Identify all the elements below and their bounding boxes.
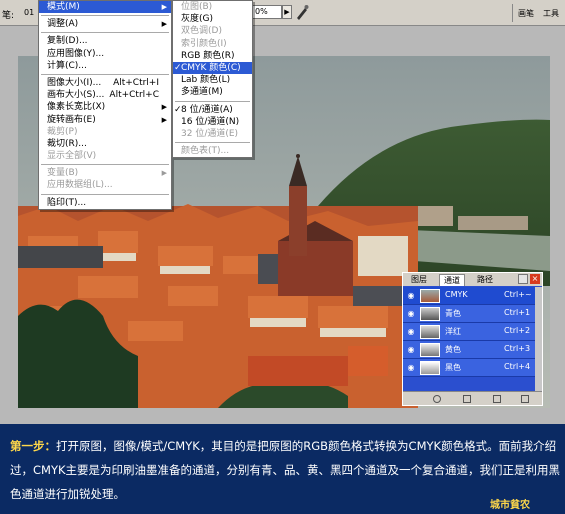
channel-row-cyan[interactable]: ◉ 青色 Ctrl+1 (403, 305, 542, 323)
menu-item-calculations[interactable]: 计算(C)... (39, 60, 171, 72)
tutorial-caption: 第一步：打开原图，图像/模式/CMYK，其目的是把原图的RGB颜色格式转换为CM… (10, 434, 562, 506)
menu-item-apply-image[interactable]: 应用图像(Y)... (39, 48, 171, 60)
channel-name: 黑色 (445, 363, 461, 372)
channel-shortcut: Ctrl+1 (504, 308, 531, 317)
airbrush-icon[interactable] (294, 3, 310, 21)
palette-well-tabs: 画笔 工具 (512, 4, 565, 22)
channel-name: 洋红 (445, 327, 461, 336)
menu-separator (175, 142, 250, 144)
mode-16-bit[interactable]: 16 位/通道(N) (173, 116, 252, 128)
channel-name: 青色 (445, 309, 461, 318)
mode-cmyk-color[interactable]: ✓ CMYK 颜色(C) (173, 61, 252, 75)
mode-lab-color[interactable]: Lab 颜色(L) (173, 74, 252, 86)
close-icon[interactable]: × (530, 274, 540, 284)
menu-item-reveal-all: 显示全部(V) (47, 151, 97, 162)
panel-tabs: 图层 通道 路径 × (403, 273, 542, 286)
channel-name: 黄色 (445, 345, 461, 354)
panel-footer (403, 391, 542, 405)
menu-separator (41, 73, 169, 75)
eye-icon[interactable]: ◉ (406, 345, 416, 355)
mode-indexed-color: 索引颜色(I) (181, 38, 227, 49)
channel-row-black[interactable]: ◉ 黑色 Ctrl+4 (403, 359, 542, 377)
channel-thumbnail (420, 289, 440, 303)
channel-row-yellow[interactable]: ◉ 黄色 Ctrl+3 (403, 341, 542, 359)
menu-item-image-size[interactable]: 图像大小(I)... Alt+Ctrl+I (39, 77, 171, 89)
mode-8-bit[interactable]: ✓ 8 位/通道(A) (173, 104, 252, 116)
channel-row-magenta[interactable]: ◉ 洋红 Ctrl+2 (403, 323, 542, 341)
tab-tool-presets[interactable]: 工具 (543, 8, 559, 19)
menu-separator (41, 193, 169, 195)
mode-rgb-color[interactable]: RGB 颜色(R) (173, 50, 252, 62)
eye-icon[interactable]: ◉ (406, 309, 416, 319)
channel-thumbnail (420, 343, 440, 357)
menu-separator (41, 32, 169, 34)
trash-icon[interactable] (521, 395, 529, 403)
menu-item-canvas-size[interactable]: 画布大小(S)... Alt+Ctrl+C (39, 89, 171, 101)
menu-item-trim[interactable]: 裁切(R)... (39, 138, 171, 150)
channel-row-cmyk[interactable]: ◉ CMYK Ctrl+~ (403, 287, 542, 305)
menu-separator (41, 164, 169, 166)
save-selection-icon[interactable] (463, 395, 471, 403)
toolbar-left-label: 笔: (2, 11, 15, 21)
channel-name: CMYK (445, 290, 468, 299)
image-menu: 模式(M) ▶ 调整(A) ▶ 复制(D)... 应用图像(Y)... 计算(C).… (38, 0, 172, 210)
tab-layers[interactable]: 图层 (407, 274, 431, 286)
mode-color-table: 颜色表(T)... (181, 146, 230, 157)
author-signature: 城市貧农 (490, 500, 530, 511)
menu-item-apply-data-set: 应用数据组(L)... (47, 180, 113, 191)
zoom-dropdown-arrow[interactable]: ▶ (282, 5, 292, 19)
new-channel-icon[interactable] (493, 395, 501, 403)
toolbar-left-number: 01 (24, 8, 35, 17)
mode-submenu: 位图(B) 灰度(G) 双色调(D) 索引颜色(I) RGB 颜色(R) ✓ CM… (172, 0, 253, 159)
mode-grayscale[interactable]: 灰度(G) (173, 13, 252, 25)
channel-thumbnail (420, 361, 440, 375)
menu-separator (41, 15, 169, 17)
menu-item-trap[interactable]: 陷印(T)... (39, 197, 171, 209)
channel-list: ◉ CMYK Ctrl+~ ◉ 青色 Ctrl+1 ◉ 洋红 Ctrl+2 ◉ … (403, 287, 542, 377)
mode-duotone: 双色调(D) (181, 26, 222, 37)
tab-channels[interactable]: 通道 (439, 274, 465, 286)
menu-item-adjustments[interactable]: 调整(A) ▶ (39, 18, 171, 30)
channels-panel: 图层 通道 路径 × ◉ CMYK Ctrl+~ ◉ 青色 Ctrl+1 ◉ 洋… (402, 272, 543, 406)
menu-item-pixel-aspect-ratio[interactable]: 像素长宽比(X) ▶ (39, 101, 171, 113)
step-label: 第一步： (10, 439, 56, 453)
channel-thumbnail (420, 325, 440, 339)
checkmark-icon: ✓ (174, 62, 182, 73)
menu-item-mode[interactable]: 模式(M) ▶ (39, 1, 171, 14)
panel-scrollbar[interactable] (535, 287, 542, 391)
menu-item-variables: 变量(B) ▶ (47, 168, 167, 179)
eye-icon[interactable]: ◉ (406, 363, 416, 373)
mode-32-bit: 32 位/通道(E) (181, 128, 239, 139)
step-text: 打开原图，图像/模式/CMYK，其目的是把原图的RGB颜色格式转换为CMYK颜色… (10, 439, 561, 501)
menu-item-duplicate[interactable]: 复制(D)... (39, 35, 171, 47)
mode-multichannel[interactable]: 多通道(M) (173, 86, 252, 98)
channel-shortcut: Ctrl+4 (504, 362, 531, 371)
menu-item-crop: 裁剪(P) (47, 126, 78, 137)
zoom-input[interactable]: 0% (252, 5, 282, 19)
channel-thumbnail (420, 307, 440, 321)
minimize-icon[interactable] (518, 274, 528, 284)
channel-shortcut: Ctrl+2 (504, 326, 531, 335)
tab-brushes[interactable]: 画笔 (518, 8, 534, 19)
channel-shortcut: Ctrl+3 (504, 344, 531, 353)
menu-separator (175, 100, 250, 102)
tab-paths[interactable]: 路径 (473, 274, 497, 286)
mode-bitmap: 位图(B) (181, 2, 213, 12)
load-selection-icon[interactable] (433, 395, 441, 403)
checkmark-icon: ✓ (174, 104, 182, 115)
eye-icon[interactable]: ◉ (406, 291, 416, 301)
menu-item-rotate-canvas[interactable]: 旋转画布(E) ▶ (39, 114, 171, 126)
eye-icon[interactable]: ◉ (406, 327, 416, 337)
channel-shortcut: Ctrl+~ (504, 290, 532, 299)
